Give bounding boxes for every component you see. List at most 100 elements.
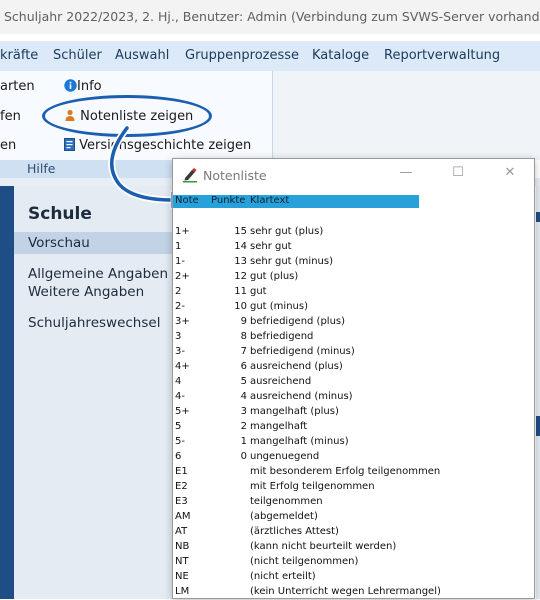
cell-punkte: 0	[240, 451, 247, 462]
table-row[interactable]: E3 teilgenommen	[173, 495, 534, 510]
table-row[interactable]: 5 2 mangelhaft	[173, 420, 534, 435]
table-row[interactable]: 6 0 ungenuegend	[173, 450, 534, 465]
table-row[interactable]: 5+ 3 mangelhaft (plus)	[173, 405, 534, 420]
info-label: Info	[77, 79, 102, 94]
table-row[interactable]: NB (kann nicht beurteilt werden)	[173, 540, 534, 555]
menu-item-gruppenprozesse[interactable]: Gruppenprozesse	[185, 48, 299, 63]
cell-klartext: mit besonderem Erfolg teilgenommen	[250, 466, 441, 477]
table-row[interactable]: 4+ 6 ausreichend (plus)	[173, 360, 534, 375]
cell-note: 4-	[175, 391, 185, 402]
cell-klartext: mangelhaft	[250, 421, 308, 432]
table-row[interactable]: 4 5 ausreichend	[173, 375, 534, 390]
dialog-titlebar[interactable]: Notenliste — ☐ ✕	[173, 159, 534, 191]
cell-note: AT	[175, 526, 188, 537]
table-row[interactable]: E1 mit besonderem Erfolg teilgenommen	[173, 465, 534, 480]
table-row[interactable]: 4- 4 ausreichend (minus)	[173, 390, 534, 405]
cell-note: 1+	[175, 226, 190, 237]
menu-item-lehrkraefte[interactable]: kräfte	[0, 48, 38, 63]
table-row[interactable]: AT (ärztliches Attest)	[173, 525, 534, 540]
ribbon-item-karten[interactable]: arten	[0, 79, 35, 94]
cell-klartext: (kann nicht beurteilt werden)	[250, 541, 397, 552]
table-row[interactable]: 2+ 12 gut (plus)	[173, 270, 534, 285]
cell-note: NT	[175, 556, 189, 567]
table-row[interactable]: 1- 13 sehr gut (minus)	[173, 255, 534, 270]
cell-klartext: mangelhaft (plus)	[250, 406, 339, 417]
minimize-button[interactable]: —	[394, 165, 418, 180]
column-header-note[interactable]: Note	[175, 195, 199, 206]
menu-item-reportverwaltung[interactable]: Reportverwaltung	[384, 48, 500, 63]
notenliste-button[interactable]: Notenliste zeigen	[64, 109, 193, 124]
cell-note: 1-	[175, 256, 185, 267]
close-button[interactable]: ✕	[498, 165, 522, 180]
cell-note: AM	[175, 511, 191, 522]
ribbon-empty-area	[273, 71, 540, 160]
cell-klartext: ungenuegend	[250, 451, 320, 462]
grade-table-body: 1+ 15 sehr gut (plus) 1 14 sehr gut 1- 13 sehr g…	[173, 225, 534, 600]
cell-klartext: gut (minus)	[250, 301, 308, 312]
table-row[interactable]: AM (abgemeldet)	[173, 510, 534, 525]
maximize-button[interactable]: ☐	[446, 165, 470, 180]
right-edge-marker	[536, 416, 540, 436]
cell-punkte: 12	[234, 271, 247, 282]
menu-item-kataloge[interactable]: Kataloge	[312, 48, 369, 63]
nav-item-schuljahreswechsel[interactable]: Schuljahreswechsel	[28, 315, 160, 331]
table-row[interactable]: LM (kein Unterricht wegen Lehrermangel)	[173, 585, 534, 600]
column-header-klartext[interactable]: Klartext	[250, 195, 289, 206]
cell-note: 3-	[175, 346, 185, 357]
cell-note: NE	[175, 571, 189, 582]
cell-punkte: 8	[240, 331, 247, 342]
table-row[interactable]: 3+ 9 befriedigend (plus)	[173, 315, 534, 330]
cell-note: 2+	[175, 271, 190, 282]
column-header-punkte[interactable]: Punkte	[211, 195, 245, 206]
menu-item-auswahl[interactable]: Auswahl	[115, 48, 169, 63]
cell-klartext: ausreichend	[250, 376, 312, 387]
document-icon	[64, 138, 75, 151]
window-title: Schuljahr 2022/2023, 2. Hj., Benutzer: A…	[0, 0, 540, 34]
cell-note: 5	[175, 421, 182, 432]
cell-note: NB	[175, 541, 190, 552]
cell-punkte: 5	[240, 376, 247, 387]
versionsgeschichte-button[interactable]: Versionsgeschichte zeigen	[64, 138, 251, 153]
ribbon-item-en[interactable]: en	[0, 138, 16, 153]
nav-heading: Schule	[28, 204, 92, 224]
table-row[interactable]: 2 11 gut	[173, 285, 534, 300]
cell-punkte: 15	[234, 226, 247, 237]
cell-note: 6	[175, 451, 182, 462]
cell-klartext: (abgemeldet)	[250, 511, 318, 522]
table-header: Note Punkte Klartext	[173, 195, 419, 208]
cell-note: 5+	[175, 406, 190, 417]
cell-klartext: ausreichend (minus)	[250, 391, 353, 402]
info-button[interactable]: Info	[64, 79, 102, 94]
person-download-icon	[65, 109, 75, 121]
nav-item-weitere-angaben[interactable]: Weitere Angaben	[28, 284, 144, 300]
table-row[interactable]: NE (nicht erteilt)	[173, 570, 534, 585]
nav-item-vorschau[interactable]: Vorschau	[28, 235, 90, 251]
cell-note: LM	[175, 586, 190, 597]
table-row[interactable]: 2- 10 gut (minus)	[173, 300, 534, 315]
ribbon-item-fen[interactable]: fen	[0, 109, 21, 124]
cell-note: 1	[175, 241, 182, 252]
nav-item-allgemeine-angaben[interactable]: Allgemeine Angaben	[28, 266, 168, 282]
cell-klartext: (ärztliches Attest)	[250, 526, 339, 537]
menu-item-schueler[interactable]: Schüler	[53, 48, 102, 63]
table-row[interactable]: 3- 7 befriedigend (minus)	[173, 345, 534, 360]
table-row[interactable]: 3 8 befriedigend	[173, 330, 534, 345]
table-row[interactable]: 1 14 sehr gut	[173, 240, 534, 255]
notenliste-dialog: Notenliste — ☐ ✕ Note Punkte Klartext 1+…	[172, 158, 535, 599]
cell-note: 4+	[175, 361, 190, 372]
versionsgeschichte-label: Versionsgeschichte zeigen	[79, 138, 252, 153]
cell-punkte: 14	[234, 241, 247, 252]
notenliste-label: Notenliste zeigen	[80, 109, 194, 124]
table-row[interactable]: E2 mit Erfolg teilgenommen	[173, 480, 534, 495]
table-row[interactable]: 5- 1 mangelhaft (minus)	[173, 435, 534, 450]
pen-icon	[183, 168, 197, 183]
ribbon-group-label: Hilfe	[27, 161, 56, 176]
cell-klartext: sehr gut	[250, 241, 292, 252]
table-row[interactable]: 1+ 15 sehr gut (plus)	[173, 225, 534, 240]
cell-note: 2	[175, 286, 182, 297]
dialog-title: Notenliste	[203, 168, 267, 183]
cell-klartext: mit Erfolg teilgenommen	[250, 481, 375, 492]
table-row[interactable]: NT (nicht teilgenommen)	[173, 555, 534, 570]
cell-punkte: 7	[240, 346, 247, 357]
cell-punkte: 4	[240, 391, 247, 402]
